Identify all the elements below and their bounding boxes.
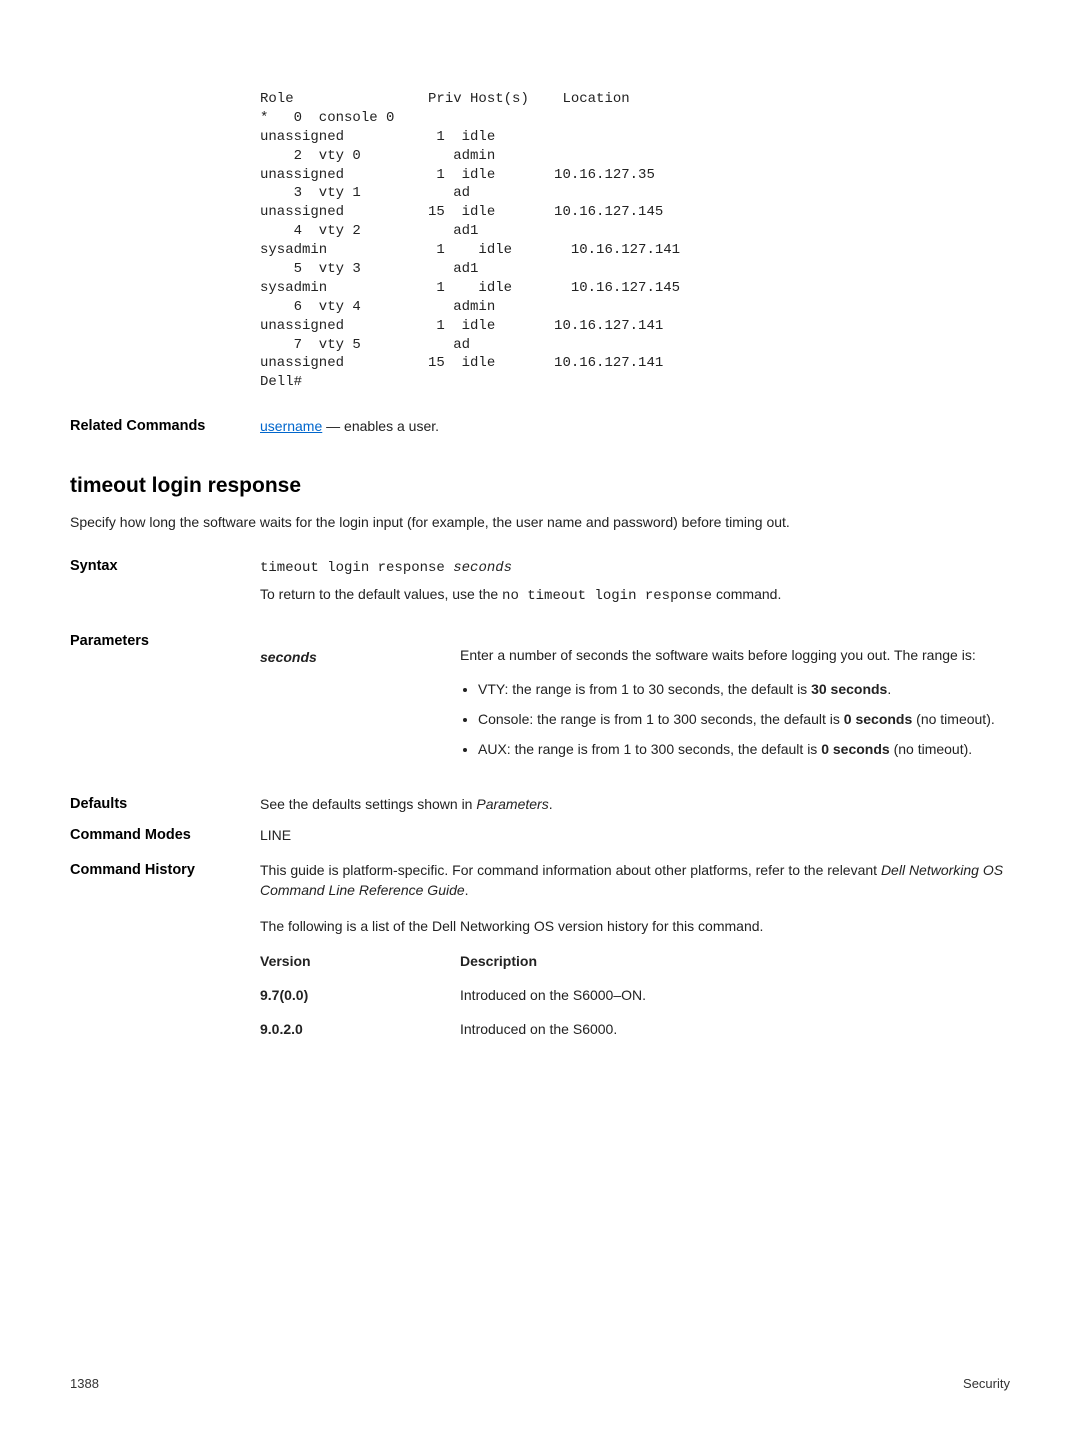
parameters-label: Parameters <box>70 631 260 770</box>
syntax-desc-code: no timeout login response <box>502 588 712 604</box>
page-number: 1388 <box>70 1375 99 1394</box>
version-cell: 9.7(0.0) <box>260 985 460 1005</box>
syntax-cmd-text: timeout login response <box>260 560 453 576</box>
description-cell: Introduced on the S6000–ON. <box>460 985 1010 1005</box>
history-p2: The following is a list of the Dell Netw… <box>260 916 1010 936</box>
syntax-desc-before: To return to the default values, use the <box>260 586 502 602</box>
username-link[interactable]: username <box>260 418 322 434</box>
version-cell: 9.0.2.0 <box>260 1019 460 1039</box>
description-cell: Introduced on the S6000. <box>460 1019 1010 1039</box>
related-commands-body: username — enables a user. <box>260 416 1010 437</box>
syntax-cmd-arg: seconds <box>453 560 512 576</box>
terminal-output: Role Priv Host(s) Location * 0 console 0… <box>260 90 1010 392</box>
description-header: Description <box>460 951 1010 971</box>
param-bullet-list: VTY: the range is from 1 to 30 seconds, … <box>460 679 1010 760</box>
defaults-label: Defaults <box>70 794 260 815</box>
param-bullet: AUX: the range is from 1 to 300 seconds,… <box>478 739 1010 759</box>
param-bullet: VTY: the range is from 1 to 30 seconds, … <box>478 679 1010 699</box>
command-modes-label: Command Modes <box>70 825 260 846</box>
syntax-desc-after: command. <box>712 586 781 602</box>
version-header: Version <box>260 951 460 971</box>
section-title: timeout login response <box>70 471 1010 501</box>
param-seconds-name: seconds <box>260 645 460 770</box>
lead-paragraph: Specify how long the software waits for … <box>70 512 1010 532</box>
syntax-command: timeout login response seconds <box>260 556 1010 578</box>
param-bullet: Console: the range is from 1 to 300 seco… <box>478 709 1010 729</box>
param-seconds-desc: Enter a number of seconds the software w… <box>460 645 1010 665</box>
related-after-text: — enables a user. <box>322 418 439 434</box>
history-p1: This guide is platform-specific. For com… <box>260 860 1010 901</box>
defaults-value: See the defaults settings shown in Param… <box>260 794 1010 815</box>
syntax-description: To return to the default values, use the… <box>260 584 1010 606</box>
command-history-label: Command History <box>70 860 260 1054</box>
related-commands-label: Related Commands <box>70 416 260 437</box>
footer-section: Security <box>963 1375 1010 1394</box>
command-modes-value: LINE <box>260 825 1010 846</box>
syntax-label: Syntax <box>70 556 260 607</box>
